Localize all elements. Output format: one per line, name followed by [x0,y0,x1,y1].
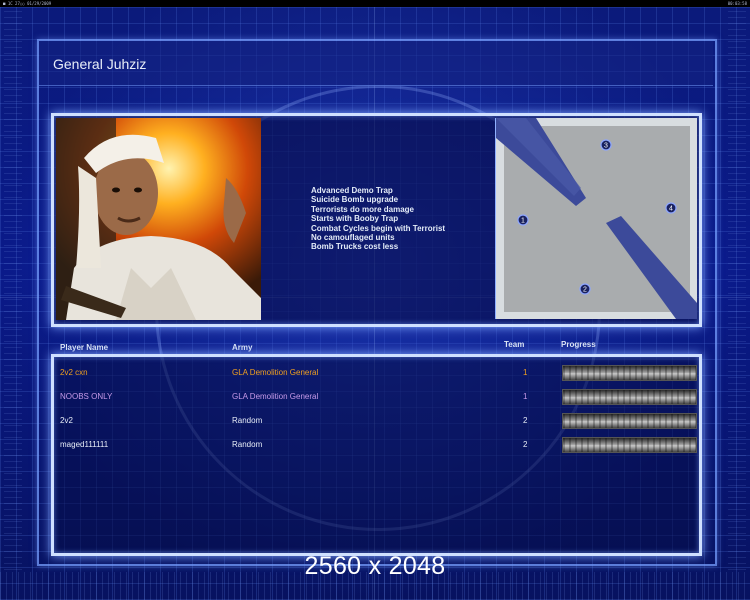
svg-text:3: 3 [604,143,608,150]
topbar-left-text: ■ 1C 27○○ 01/29/2009 [3,1,52,6]
progress-bar [562,413,697,429]
player-name: 2v2 [60,416,73,425]
svg-text:1: 1 [521,218,525,225]
player-team: 1 [523,392,528,401]
general-rules-list: Advanced Demo Trap Suicide Bomb upgrade … [311,186,445,252]
rule-item: Combat Cycles begin with Terrorist [311,223,446,233]
svg-text:4: 4 [669,206,673,213]
player-army: Random [232,416,263,425]
header-player-name: Player Name [60,343,109,352]
player-row: maged111111 Random 2 [0,437,750,460]
player-team: 2 [523,440,528,449]
rule-item: Advanced Demo Trap [311,186,393,195]
player-row: 2v2 Random 2 [0,413,750,436]
player-name: NOOBS ONLY [60,392,113,401]
rule-item: Terrorists do more damage [311,204,414,214]
rule-item: No camouflaged units [311,233,395,243]
player-army: Random [232,440,263,449]
right-ruler [728,10,746,570]
player-row: NOOBS ONLY GLA Demolition General 1 [0,389,750,412]
header-team: Team [504,340,525,349]
topbar-clock: 00:03:58 [727,1,747,6]
general-portrait [56,118,261,320]
rule-item: Bomb Trucks cost less [311,242,399,252]
player-team: 1 [523,368,528,377]
general-title: General Juhziz [53,56,147,72]
header-progress: Progress [561,340,596,349]
system-topbar: ■ 1C 27○○ 01/29/2009 00:03:58 [0,0,750,7]
progress-bar [562,437,697,453]
rule-item: Starts with Booby Trap [311,214,399,224]
player-name: maged111111 [60,440,109,449]
progress-bar [562,389,697,405]
resolution-label: 2560 x 2048 [304,552,446,580]
player-army: GLA Demolition General [232,368,319,377]
header-army: Army [232,343,253,352]
player-team: 2 [523,416,528,425]
minimap: 3 1 4 2 [495,118,697,319]
left-ruler [4,10,22,570]
player-row: 2v2 cxn GLA Demolition General 1 [0,365,750,388]
progress-bar [562,365,697,381]
player-name: 2v2 cxn [60,368,88,377]
svg-text:2: 2 [583,287,587,294]
rule-item: Suicide Bomb upgrade [311,195,399,205]
player-army: GLA Demolition General [232,392,319,401]
